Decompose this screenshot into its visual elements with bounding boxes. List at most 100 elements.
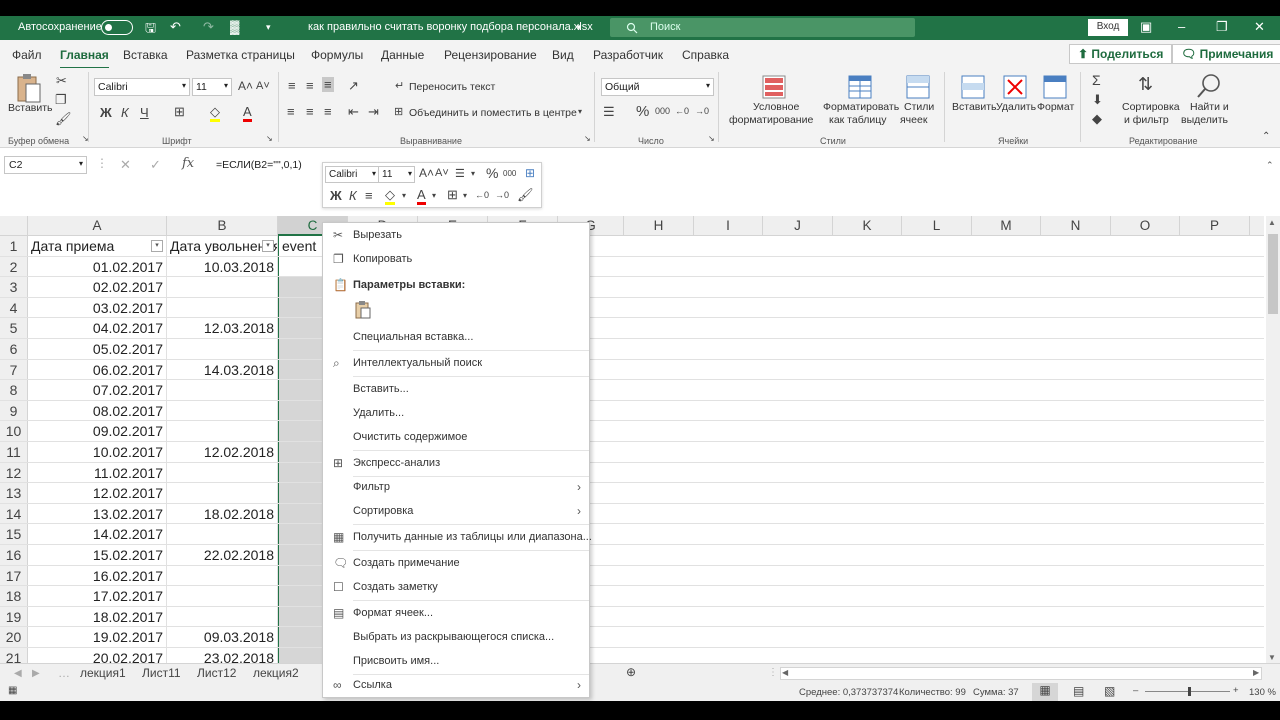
scroll-up-icon[interactable]: ▲ — [1268, 218, 1276, 227]
cell-b[interactable] — [167, 297, 278, 318]
column-header-p[interactable]: P — [1180, 216, 1250, 236]
conditional-formatting-label-2[interactable]: форматирование — [729, 114, 813, 126]
cell-a[interactable]: 09.02.2017 — [28, 421, 167, 441]
autosum-icon[interactable]: Σ — [1092, 72, 1101, 88]
tab-developer[interactable]: Разработчик — [593, 48, 663, 62]
sheet-tab[interactable]: Лист11 — [142, 666, 181, 680]
fill-color-icon[interactable]: ◇ — [210, 104, 220, 122]
cell-a[interactable]: Дата приема — [28, 236, 167, 256]
format-painter-icon[interactable]: 🖌 — [517, 187, 534, 203]
normal-view-icon[interactable]: ▦ — [1032, 683, 1058, 701]
cell-b[interactable] — [167, 380, 278, 400]
add-sheet-icon[interactable]: ⊕ — [626, 665, 636, 679]
close-icon[interactable]: ✕ — [1254, 19, 1265, 35]
fill-color-icon[interactable]: ◇ — [385, 187, 395, 205]
zoom-level[interactable]: 130 % — [1249, 687, 1276, 698]
align-bottom-icon[interactable]: ≡ — [322, 77, 334, 92]
row-number[interactable]: 1 — [0, 236, 28, 256]
zoom-out-icon[interactable]: – — [1133, 685, 1138, 696]
worksheet-grid[interactable]: A B C D E F G H I J K L M N O P 1Дата пр… — [0, 216, 1264, 663]
cell-b[interactable] — [167, 606, 278, 627]
enter-icon[interactable]: ✓ — [150, 157, 161, 173]
macro-recording-icon[interactable]: ▦ — [8, 685, 17, 696]
tab-home[interactable]: Главная — [60, 48, 109, 69]
dialog-launcher-icon[interactable]: ↘ — [584, 134, 591, 143]
cell-b[interactable]: 14.03.2018 — [167, 359, 278, 380]
cell-a[interactable]: 04.02.2017 — [28, 318, 167, 338]
align-top-icon[interactable]: ≡ — [288, 78, 296, 93]
format-as-table-icon[interactable] — [848, 75, 872, 99]
redo-icon[interactable]: ↷ — [203, 19, 214, 35]
insert-cells-label[interactable]: Вставить — [952, 101, 997, 113]
menu-item-insert[interactable]: Вставить... — [323, 379, 589, 399]
cell-a[interactable]: 17.02.2017 — [28, 586, 167, 606]
dialog-launcher-icon[interactable]: ↘ — [708, 134, 715, 143]
wrap-text-icon[interactable]: ↵ — [395, 79, 404, 92]
conditional-formatting-icon[interactable] — [762, 75, 786, 99]
column-header-l[interactable]: L — [902, 216, 972, 236]
sort-filter-label-1[interactable]: Сортировка — [1122, 101, 1180, 113]
comma-style-icon[interactable]: 000 — [655, 106, 670, 116]
cell-b[interactable] — [167, 421, 278, 441]
tab-view[interactable]: Вид — [552, 48, 574, 62]
row-number[interactable]: 9 — [0, 400, 28, 421]
cell-a[interactable]: 13.02.2017 — [28, 503, 167, 524]
menu-item-new-comment[interactable]: 🗨 Создать примечание — [323, 553, 589, 573]
cell-a[interactable]: 18.02.2017 — [28, 606, 167, 627]
prev-sheet-icon[interactable]: ◀ — [14, 668, 22, 679]
row-number[interactable]: 12 — [0, 462, 28, 483]
filter-dropdown-icon[interactable]: ▾ — [262, 240, 274, 252]
increase-font-icon[interactable]: A˄ — [419, 166, 434, 180]
menu-item-delete[interactable]: Удалить... — [323, 403, 589, 423]
number-format-icon[interactable]: ☰ — [455, 167, 465, 180]
merge-icon[interactable]: ⊞ — [394, 105, 403, 118]
scroll-right-icon[interactable]: ▶ — [1253, 668, 1259, 677]
search-box[interactable]: Поиск — [610, 18, 915, 37]
cell-b[interactable] — [167, 524, 278, 544]
format-as-table-label-2[interactable]: как таблицу — [829, 114, 887, 126]
undo-icon[interactable]: ↶ — [170, 19, 181, 35]
save-icon[interactable]: 🖫 — [145, 19, 156, 41]
align-left-icon[interactable]: ≡ — [287, 104, 295, 119]
cell-b[interactable] — [167, 339, 278, 359]
column-header-a[interactable]: A — [28, 216, 167, 236]
tab-file[interactable]: Файл — [12, 48, 42, 62]
increase-font-icon[interactable]: A˄ — [238, 79, 253, 93]
align-center-icon[interactable]: ≡ — [365, 188, 373, 203]
mini-size-dropdown[interactable]: 11 ▾ — [378, 166, 415, 183]
cell-styles-label-1[interactable]: Стили — [904, 101, 934, 113]
row-number[interactable]: 6 — [0, 339, 28, 359]
bold-icon[interactable]: Ж — [100, 105, 112, 120]
copy-icon[interactable]: ❐ — [55, 92, 67, 108]
page-break-view-icon[interactable]: ▧ — [1104, 684, 1115, 698]
orientation-icon[interactable]: ↗ — [348, 78, 359, 94]
login-button[interactable]: Вход — [1088, 19, 1128, 36]
row-number[interactable]: 8 — [0, 380, 28, 400]
chevron-down-icon[interactable]: ▾ — [402, 191, 406, 200]
tab-formulas[interactable]: Формулы — [311, 48, 363, 62]
dialog-launcher-icon[interactable]: ↘ — [266, 134, 273, 143]
ribbon-display-icon[interactable]: ▣ — [1140, 19, 1152, 35]
sheet-tab[interactable]: лекция2 — [253, 666, 299, 680]
menu-item-paste-special[interactable]: Специальная вставка... — [323, 327, 589, 347]
cell-a[interactable]: 03.02.2017 — [28, 297, 167, 318]
chevron-down-icon[interactable]: ▾ — [463, 191, 467, 200]
next-sheet-icon[interactable]: ▶ — [32, 668, 40, 679]
column-header-j[interactable]: J — [763, 216, 833, 236]
tab-help[interactable]: Справка — [682, 48, 729, 62]
collapse-ribbon-icon[interactable]: ⌃ — [1262, 131, 1270, 142]
percent-icon[interactable]: % — [486, 165, 498, 181]
vertical-scroll-thumb[interactable] — [1268, 234, 1278, 314]
underline-icon[interactable]: Ч — [140, 105, 149, 120]
menu-item-format-cells[interactable]: ▤ Формат ячеек... — [323, 603, 589, 623]
cell-b[interactable] — [167, 565, 278, 586]
font-size-dropdown[interactable]: 11 ▾ — [192, 78, 232, 96]
decrease-indent-icon[interactable]: ⇤ — [348, 104, 359, 120]
decrease-decimal-icon[interactable]: →0 — [495, 190, 509, 200]
page-layout-view-icon[interactable]: ▤ — [1073, 684, 1084, 698]
row-number[interactable]: 3 — [0, 277, 28, 297]
column-header-m[interactable]: M — [972, 216, 1041, 236]
chevron-down-icon[interactable]: ▾ — [471, 169, 475, 178]
sheet-options-icon[interactable]: ⋮ — [768, 667, 778, 678]
row-number[interactable]: 17 — [0, 565, 28, 586]
